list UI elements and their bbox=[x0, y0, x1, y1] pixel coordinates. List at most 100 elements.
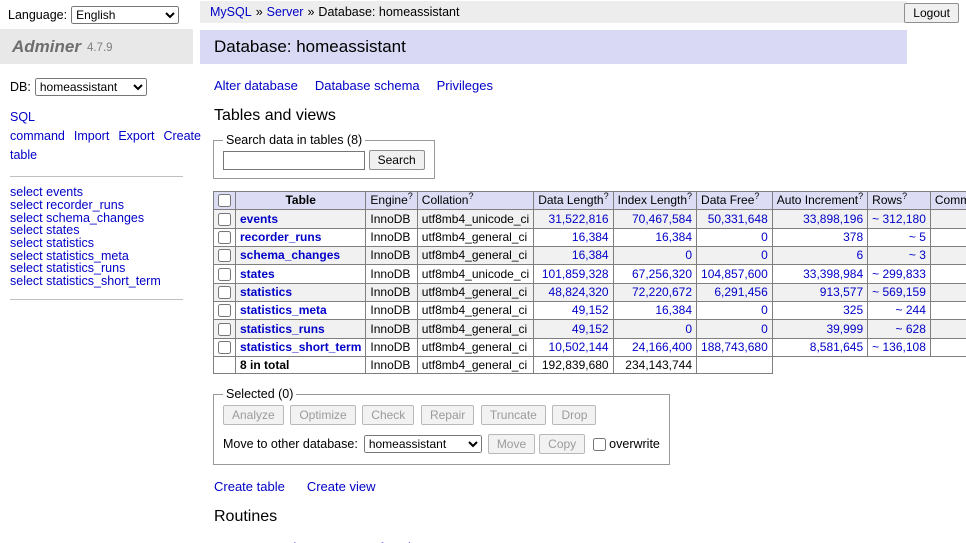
data-free-link[interactable]: 50,331,648 bbox=[708, 212, 768, 226]
selected-legend: Selected (0) bbox=[223, 387, 296, 401]
rows-count-link[interactable]: ~ 312,180 bbox=[872, 212, 926, 226]
table-name-link[interactable]: recorder_runs bbox=[240, 230, 321, 244]
engine-cell: InnoDB bbox=[366, 265, 417, 283]
table-name-link[interactable]: statistics_short_term bbox=[240, 340, 361, 354]
row-checkbox[interactable] bbox=[218, 268, 231, 281]
auto-increment-cell: 325 bbox=[772, 301, 867, 319]
rows-cell: ~ 136,108 bbox=[868, 338, 931, 356]
logout-button[interactable]: Logout bbox=[904, 3, 959, 23]
index-length-link[interactable]: 24,166,400 bbox=[632, 340, 692, 354]
sidebar-link-select-statistics[interactable]: select statistics bbox=[10, 237, 183, 250]
row-checkbox[interactable] bbox=[218, 231, 231, 244]
index-length-link[interactable]: 0 bbox=[685, 248, 692, 262]
comment-cell bbox=[930, 283, 966, 301]
table-name-cell: schema_changes bbox=[236, 246, 366, 264]
create-view-link[interactable]: Create view bbox=[307, 479, 376, 494]
data-length-link[interactable]: 48,824,320 bbox=[549, 285, 609, 299]
analyze-button[interactable]: Analyze bbox=[223, 405, 284, 425]
engine-cell: InnoDB bbox=[366, 338, 417, 356]
row-checkbox[interactable] bbox=[218, 304, 231, 317]
sidebar-link-export[interactable]: Export bbox=[118, 129, 154, 143]
auto-increment-link[interactable]: 6 bbox=[856, 248, 863, 262]
database-schema-link[interactable]: Database schema bbox=[315, 78, 420, 93]
sidebar-link-sql-command[interactable]: SQL command bbox=[10, 110, 65, 143]
index-length-link[interactable]: 70,467,584 bbox=[632, 212, 692, 226]
table-name-link[interactable]: schema_changes bbox=[240, 248, 340, 262]
alter-database-link[interactable]: Alter database bbox=[214, 78, 298, 93]
row-checkbox[interactable] bbox=[218, 213, 231, 226]
rows-cell: ~ 299,833 bbox=[868, 265, 931, 283]
create-table-link[interactable]: Create table bbox=[214, 479, 285, 494]
data-length-link[interactable]: 10,502,144 bbox=[549, 340, 609, 354]
auto-increment-link[interactable]: 33,898,196 bbox=[803, 212, 863, 226]
check-button[interactable]: Check bbox=[362, 405, 414, 425]
optimize-button[interactable]: Optimize bbox=[290, 405, 355, 425]
index-length-link[interactable]: 0 bbox=[685, 322, 692, 336]
row-checkbox[interactable] bbox=[218, 286, 231, 299]
auto-increment-link[interactable]: 325 bbox=[843, 303, 863, 317]
row-checkbox[interactable] bbox=[218, 323, 231, 336]
data-free-link[interactable]: 0 bbox=[761, 322, 768, 336]
rows-count-link[interactable]: ~ 299,833 bbox=[872, 267, 926, 281]
language-select[interactable]: English bbox=[71, 6, 179, 24]
index-length-link[interactable]: 67,256,320 bbox=[632, 267, 692, 281]
privileges-link[interactable]: Privileges bbox=[437, 78, 493, 93]
copy-button[interactable]: Copy bbox=[539, 434, 585, 454]
index-length-link[interactable]: 16,384 bbox=[655, 303, 692, 317]
drop-button[interactable]: Drop bbox=[552, 405, 596, 425]
data-length-link[interactable]: 16,384 bbox=[572, 248, 609, 262]
rows-count-link[interactable]: ~ 5 bbox=[909, 230, 926, 244]
breadcrumb-link-mysql[interactable]: MySQL bbox=[210, 5, 252, 19]
auto-increment-link[interactable]: 33,398,984 bbox=[803, 267, 863, 281]
data-free-link[interactable]: 188,743,680 bbox=[701, 340, 768, 354]
data-length-link[interactable]: 49,152 bbox=[572, 303, 609, 317]
truncate-button[interactable]: Truncate bbox=[481, 405, 546, 425]
move-button[interactable]: Move bbox=[488, 434, 535, 454]
table-name-link[interactable]: statistics_meta bbox=[240, 303, 327, 317]
rows-count-link[interactable]: ~ 136,108 bbox=[872, 340, 926, 354]
table-name-link[interactable]: events bbox=[240, 212, 278, 226]
rows-count-link[interactable]: ~ 244 bbox=[896, 303, 926, 317]
select-all-checkbox[interactable] bbox=[218, 194, 231, 207]
index-length-link[interactable]: 16,384 bbox=[655, 230, 692, 244]
table-name-cell: states bbox=[236, 265, 366, 283]
sidebar-link-import[interactable]: Import bbox=[74, 129, 109, 143]
row-checkbox[interactable] bbox=[218, 341, 231, 354]
row-checkbox-cell bbox=[214, 228, 236, 246]
rows-count-link[interactable]: ~ 569,159 bbox=[872, 285, 926, 299]
help-icon: ? bbox=[902, 191, 907, 201]
index-length-link[interactable]: 72,220,672 bbox=[632, 285, 692, 299]
breadcrumb-link-server[interactable]: Server bbox=[267, 5, 304, 19]
auto-increment-link[interactable]: 378 bbox=[843, 230, 863, 244]
auto-increment-link[interactable]: 39,999 bbox=[826, 322, 863, 336]
table-name-link[interactable]: statistics_runs bbox=[240, 322, 325, 336]
move-database-select[interactable]: homeassistant bbox=[364, 435, 482, 453]
db-select[interactable]: homeassistant bbox=[35, 78, 147, 96]
auto-increment-link[interactable]: 8,581,645 bbox=[810, 340, 863, 354]
data-length-link[interactable]: 49,152 bbox=[572, 322, 609, 336]
data-free-link[interactable]: 0 bbox=[761, 303, 768, 317]
sidebar-link-select-statistics-short-term[interactable]: select statistics_short_term bbox=[10, 275, 183, 288]
column-header-index-length: Index Length? bbox=[613, 192, 696, 210]
table-name-link[interactable]: states bbox=[240, 267, 275, 281]
repair-button[interactable]: Repair bbox=[421, 405, 474, 425]
data-free-link[interactable]: 6,291,456 bbox=[714, 285, 767, 299]
search-input[interactable] bbox=[223, 151, 365, 170]
data-length-link[interactable]: 16,384 bbox=[572, 230, 609, 244]
table-name-link[interactable]: statistics bbox=[240, 285, 292, 299]
auto-increment-link[interactable]: 913,577 bbox=[820, 285, 863, 299]
rows-count-link[interactable]: ~ 3 bbox=[909, 248, 926, 262]
data-free-link[interactable]: 104,857,600 bbox=[701, 267, 768, 281]
auto-increment-cell: 39,999 bbox=[772, 320, 867, 338]
data-length-link[interactable]: 101,859,328 bbox=[542, 267, 609, 281]
help-icon: ? bbox=[858, 191, 863, 201]
data-length-link[interactable]: 31,522,816 bbox=[549, 212, 609, 226]
rows-count-link[interactable]: ~ 628 bbox=[896, 322, 926, 336]
row-checkbox[interactable] bbox=[218, 249, 231, 262]
data-free-link[interactable]: 0 bbox=[761, 248, 768, 262]
data-free-link[interactable]: 0 bbox=[761, 230, 768, 244]
column-header-collation: Collation? bbox=[417, 192, 533, 210]
sidebar-link-select-recorder-runs[interactable]: select recorder_runs bbox=[10, 199, 183, 212]
search-button[interactable]: Search bbox=[369, 150, 425, 170]
overwrite-checkbox[interactable] bbox=[593, 438, 606, 451]
